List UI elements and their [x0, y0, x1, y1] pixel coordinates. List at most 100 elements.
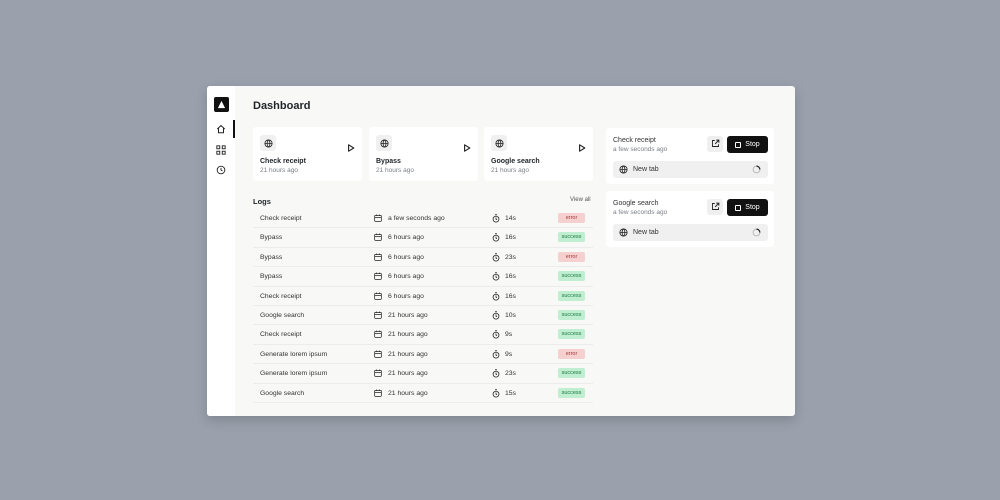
history-icon[interactable]: [215, 164, 227, 176]
log-duration: 23s: [505, 370, 516, 378]
stopwatch-icon: [492, 388, 500, 398]
calendar-icon: [374, 272, 382, 280]
log-name: Bypass: [260, 253, 283, 261]
log-row[interactable]: Bypass 6 hours ago 16s success: [253, 228, 593, 248]
sidebar-active-indicator: [233, 120, 235, 138]
status-badge: success: [558, 290, 585, 301]
log-duration: 9s: [505, 331, 513, 339]
task-card[interactable]: Bypass 21 hours ago: [369, 127, 478, 181]
calendar-icon: [374, 253, 382, 261]
task-time: 21 hours ago: [260, 167, 298, 174]
task-time: 21 hours ago: [376, 167, 414, 174]
stop-icon: [735, 204, 742, 211]
external-link-icon: [711, 198, 720, 216]
app-logo[interactable]: [214, 97, 229, 112]
log-duration: 16s: [505, 234, 516, 242]
play-icon[interactable]: [578, 139, 586, 152]
stopwatch-icon: [492, 253, 500, 262]
stop-label: Stop: [745, 141, 760, 148]
log-time: 21 hours ago: [388, 350, 428, 358]
log-name: Google search: [260, 311, 305, 319]
status-badge: success: [558, 387, 585, 398]
view-all-link[interactable]: View all: [570, 197, 591, 203]
log-name: Bypass: [260, 234, 283, 242]
stopwatch-icon: [492, 214, 500, 223]
browser-tab-row[interactable]: New tab: [613, 224, 768, 241]
running-task-card: Google search a few seconds ago Stop New ta…: [606, 191, 774, 247]
log-time: 6 hours ago: [388, 253, 424, 261]
stopwatch-icon: [492, 369, 500, 378]
open-external-button[interactable]: [707, 136, 723, 152]
log-name: Check receipt: [260, 215, 302, 222]
external-link-icon: [711, 135, 720, 153]
status-badge: error: [558, 348, 585, 359]
calendar-icon: [374, 369, 382, 377]
log-row[interactable]: Check receipt a few seconds ago 14s error: [253, 209, 593, 229]
log-row[interactable]: Google search 21 hours ago 15s success: [253, 384, 593, 403]
task-name: Check receipt: [260, 158, 306, 165]
log-row[interactable]: Google search 21 hours ago 10s success: [253, 306, 593, 326]
running-task-name: Google search: [613, 200, 659, 207]
open-external-button[interactable]: [707, 199, 723, 215]
running-task-time: a few seconds ago: [613, 209, 668, 216]
log-row[interactable]: Check receipt 21 hours ago 9s success: [253, 325, 593, 345]
log-time: a few seconds ago: [388, 215, 445, 222]
calendar-icon: [374, 330, 382, 339]
stopwatch-icon: [492, 311, 500, 320]
play-icon[interactable]: [463, 139, 471, 152]
log-time: 6 hours ago: [388, 292, 424, 300]
log-duration: 15s: [505, 389, 516, 397]
page-title: Dashboard: [253, 100, 311, 112]
task-card[interactable]: Check receipt 21 hours ago: [253, 127, 362, 181]
stopwatch-icon: [492, 330, 500, 339]
log-time: 6 hours ago: [388, 273, 424, 281]
log-row[interactable]: Check receipt 6 hours ago 16s success: [253, 287, 593, 306]
log-row[interactable]: Bypass 6 hours ago 16s success: [253, 267, 593, 287]
log-duration: 14s: [505, 215, 516, 222]
running-task-time: a few seconds ago: [613, 146, 668, 153]
workflow-icon[interactable]: [215, 144, 227, 156]
running-task-card: Check receipt a few seconds ago Stop New ta…: [606, 128, 774, 184]
task-name: Bypass: [376, 158, 401, 165]
stopwatch-icon: [492, 291, 500, 301]
status-badge: success: [558, 368, 585, 379]
stopwatch-icon: [492, 272, 500, 281]
stopwatch-icon: [492, 350, 500, 359]
log-name: Generate lorem ipsum: [260, 370, 328, 378]
running-task-name: Check receipt: [613, 137, 656, 144]
log-name: Generate lorem ipsum: [260, 350, 328, 358]
browser-tab-row[interactable]: New tab: [613, 161, 768, 178]
status-badge: success: [558, 232, 585, 243]
log-duration: 9s: [505, 350, 513, 358]
status-badge: error: [558, 213, 585, 223]
status-badge: success: [558, 309, 585, 320]
log-time: 21 hours ago: [388, 311, 428, 319]
task-time: 21 hours ago: [491, 167, 529, 174]
logs-table: Check receipt a few seconds ago 14s error By…: [253, 209, 593, 403]
task-card[interactable]: Google search 21 hours ago: [484, 127, 593, 181]
stop-button[interactable]: Stop: [727, 199, 768, 216]
log-name: Check receipt: [260, 292, 302, 300]
log-duration: 16s: [505, 292, 516, 300]
calendar-icon: [374, 292, 382, 300]
log-row[interactable]: Bypass 6 hours ago 23s error: [253, 248, 593, 268]
globe-icon: [491, 135, 507, 151]
status-badge: success: [558, 271, 585, 282]
play-icon[interactable]: [347, 139, 355, 152]
globe-icon: [376, 135, 392, 151]
log-time: 21 hours ago: [388, 370, 428, 378]
log-name: Check receipt: [260, 331, 302, 339]
log-name: Bypass: [260, 273, 283, 281]
log-row[interactable]: Generate lorem ipsum 21 hours ago 23s succe…: [253, 364, 593, 384]
task-name: Google search: [491, 158, 540, 165]
stop-button[interactable]: Stop: [727, 136, 768, 153]
app-window: Dashboard Check receipt 21 hours ago Bypas…: [207, 86, 795, 416]
calendar-icon: [374, 233, 382, 242]
status-badge: error: [558, 251, 585, 262]
loading-spinner-icon: [752, 228, 761, 237]
log-time: 21 hours ago: [388, 389, 428, 397]
tab-label: New tab: [633, 229, 659, 236]
status-badge: success: [558, 329, 585, 340]
log-row[interactable]: Generate lorem ipsum 21 hours ago 9s error: [253, 345, 593, 365]
home-icon[interactable]: [215, 123, 227, 135]
